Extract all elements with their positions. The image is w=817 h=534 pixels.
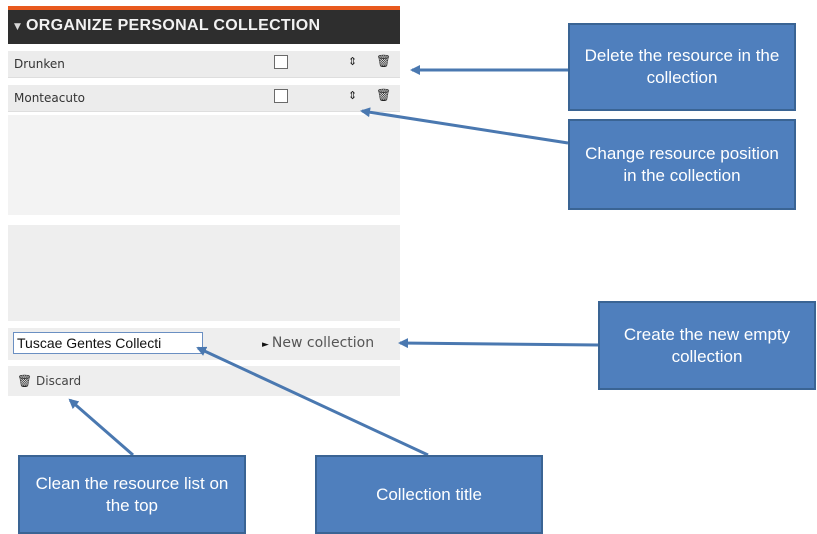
arrow-clean xyxy=(68,398,134,457)
arrow-title xyxy=(196,346,429,457)
callout-delete: Delete the resource in the collection xyxy=(568,23,796,111)
callout-position: Change resource position in the collecti… xyxy=(568,119,796,210)
callout-title: Collection title xyxy=(315,455,543,534)
arrow-create xyxy=(398,338,599,349)
callout-clean: Clean the resource list on the top xyxy=(18,455,246,534)
arrow-position xyxy=(360,107,569,145)
callout-create: Create the new empty collection xyxy=(598,301,816,390)
